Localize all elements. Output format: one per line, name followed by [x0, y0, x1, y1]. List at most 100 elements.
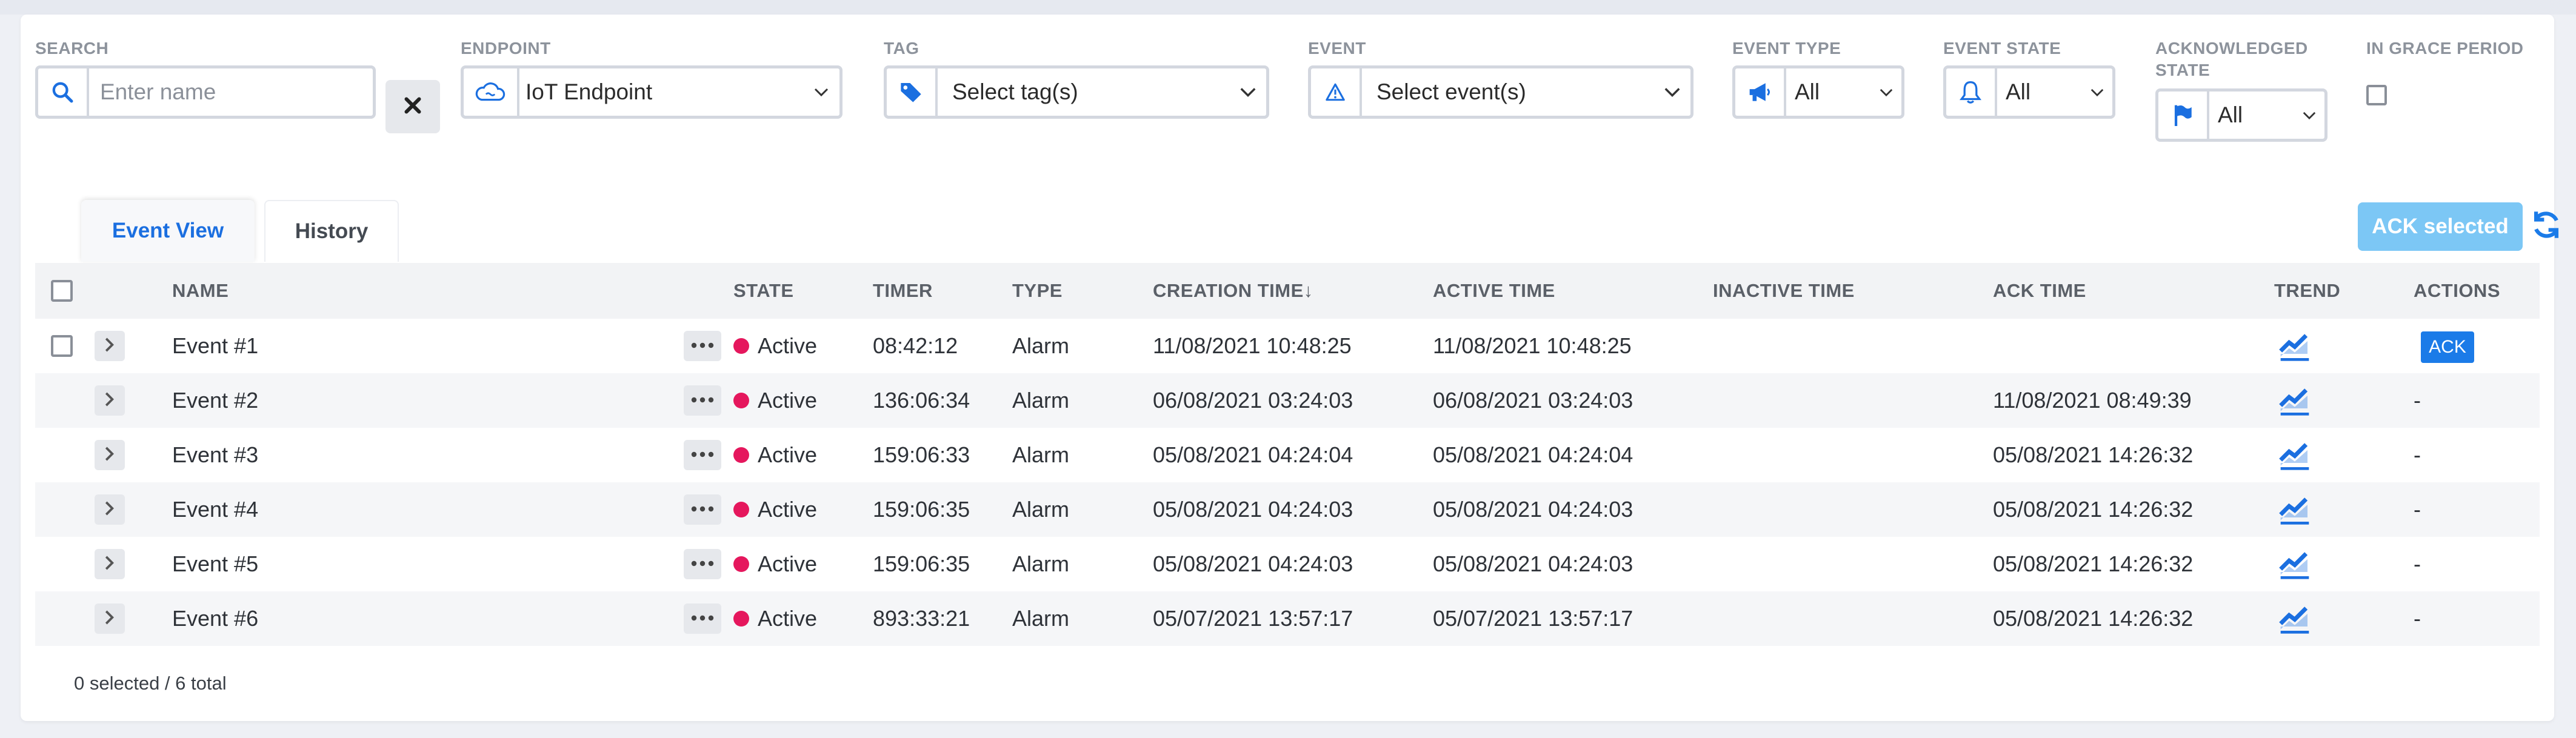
expand-row-button[interactable] [95, 494, 125, 525]
expand-row-button[interactable] [95, 549, 125, 579]
search-input[interactable]: Enter name [89, 79, 373, 105]
chevron-right-icon [104, 555, 115, 574]
grace-period-checkbox[interactable] [2366, 85, 2387, 105]
col-name[interactable]: NAME [172, 263, 229, 319]
select-all-checkbox[interactable] [51, 280, 73, 302]
tag-select[interactable]: Select tag(s) [884, 65, 1269, 119]
type-value: Alarm [1012, 333, 1070, 358]
col-ack-time[interactable]: ACK TIME [1993, 263, 2086, 319]
state-cell: Active [733, 428, 817, 482]
events-panel: SEARCH Enter name ENDPOINT IoT Endpoint … [21, 15, 2559, 721]
refresh-icon[interactable] [2529, 207, 2564, 242]
timer-value: 159:06:35 [873, 497, 970, 522]
more-button[interactable] [684, 331, 721, 361]
clear-search-button[interactable] [385, 80, 440, 133]
ack-button[interactable]: ACK [2421, 331, 2474, 363]
action-placeholder: - [2414, 388, 2421, 413]
state-cell: Active [733, 319, 817, 373]
type-value: Alarm [1012, 551, 1070, 576]
timer-value: 08:42:12 [873, 333, 958, 358]
col-state[interactable]: STATE [733, 263, 794, 319]
event-label: EVENT [1308, 39, 1366, 58]
col-actions: ACTIONS [2414, 280, 2500, 301]
table-row[interactable]: Event #4 Active 159:06:35 Alarm 05/08/2021 0… [35, 482, 2540, 537]
col-timer[interactable]: TIMER [873, 263, 933, 319]
more-button[interactable] [684, 440, 721, 470]
col-type[interactable]: TYPE [1012, 263, 1063, 319]
ack-selected-button[interactable]: ACK selected [2358, 202, 2523, 251]
col-active-time[interactable]: ACTIVE TIME [1433, 263, 1555, 319]
state-value: Active [758, 388, 818, 413]
more-button[interactable] [684, 385, 721, 416]
endpoint-select[interactable]: IoT Endpoint [461, 65, 843, 119]
type-value: Alarm [1012, 442, 1070, 467]
state-cell: Active [733, 537, 817, 591]
expand-row-button[interactable] [95, 331, 125, 361]
col-creation-time[interactable]: CREATION TIME↓ [1153, 263, 1313, 319]
tag-icon [887, 68, 938, 116]
more-icon [691, 504, 714, 515]
event-name: Event #6 [172, 606, 259, 631]
table-header: NAME STATE TIMER TYPE CREATION TIME↓ ACT… [35, 263, 2540, 319]
creation-time-value: 05/08/2021 04:24:03 [1153, 497, 1353, 522]
event-select[interactable]: Select event(s) [1308, 65, 1693, 119]
creation-time-value: 06/08/2021 03:24:03 [1153, 388, 1353, 413]
endpoint-label: ENDPOINT [461, 39, 551, 58]
creation-time-value: 11/08/2021 10:48:25 [1153, 333, 1352, 358]
event-name: Event #3 [172, 442, 259, 467]
warning-icon [1311, 68, 1362, 116]
search-field: Enter name [35, 65, 376, 119]
tag-value: Select tag(s) [952, 79, 1078, 104]
more-button[interactable] [684, 603, 721, 634]
ack-state-label-line1: ACKNOWLEDGED [2155, 39, 2308, 58]
creation-time-value: 05/07/2021 13:57:17 [1153, 606, 1353, 631]
col-inactive-time[interactable]: INACTIVE TIME [1713, 263, 1855, 319]
chevron-down-icon [1230, 87, 1266, 98]
flag-icon [2158, 91, 2209, 139]
state-value: Active [758, 333, 818, 358]
expand-row-button[interactable] [95, 385, 125, 416]
event-type-select[interactable]: All [1732, 65, 1904, 119]
top-band [0, 0, 2576, 15]
trend-icon[interactable] [2278, 328, 2312, 362]
table-row[interactable]: Event #3 Active 159:06:33 Alarm 05/08/2021 0… [35, 428, 2540, 482]
chevron-down-icon [2294, 111, 2324, 120]
more-icon [691, 341, 714, 351]
action-placeholder: - [2414, 497, 2421, 522]
state-cell: Active [733, 591, 817, 646]
trend-icon[interactable] [2278, 492, 2312, 526]
action-placeholder: - [2414, 442, 2421, 467]
event-name: Event #4 [172, 497, 259, 522]
search-icon [38, 68, 89, 116]
event-name: Event #1 [172, 333, 259, 358]
timer-value: 893:33:21 [873, 606, 970, 631]
bell-icon [1946, 68, 1997, 116]
tab-event-view[interactable]: Event View [81, 200, 255, 262]
ack-state-label: ACKNOWLEDGED STATE [2155, 38, 2308, 81]
expand-row-button[interactable] [95, 603, 125, 634]
type-value: Alarm [1012, 497, 1070, 522]
table-row[interactable]: Event #1 Active 08:42:12 Alarm 11/08/2021 10… [35, 319, 2540, 373]
expand-row-button[interactable] [95, 440, 125, 470]
row-checkbox[interactable] [51, 335, 73, 357]
trend-icon[interactable] [2278, 437, 2312, 471]
event-type-label: EVENT TYPE [1732, 39, 1841, 58]
table-row[interactable]: Event #5 Active 159:06:35 Alarm 05/08/2021 0… [35, 537, 2540, 591]
trend-icon[interactable] [2278, 547, 2312, 580]
tab-history[interactable]: History [264, 200, 399, 262]
endpoint-value: IoT Endpoint [526, 79, 653, 104]
table-row[interactable]: Event #2 Active 136:06:34 Alarm 06/08/2021 0… [35, 373, 2540, 428]
active-time-value: 05/08/2021 04:24:03 [1433, 551, 1633, 576]
trend-icon[interactable] [2278, 383, 2312, 417]
active-time-value: 05/07/2021 13:57:17 [1433, 606, 1633, 631]
table-row[interactable]: Event #6 Active 893:33:21 Alarm 05/07/2021 1… [35, 591, 2540, 646]
more-button[interactable] [684, 494, 721, 525]
trend-icon[interactable] [2278, 601, 2312, 635]
more-button[interactable] [684, 549, 721, 579]
ack-state-select[interactable]: All [2155, 88, 2327, 142]
grace-period-label: IN GRACE PERIOD [2366, 39, 2524, 58]
event-state-select[interactable]: All [1943, 65, 2115, 119]
state-value: Active [758, 497, 818, 522]
state-value: Active [758, 551, 818, 576]
ack-time-value: 05/08/2021 14:26:32 [1993, 606, 2194, 631]
